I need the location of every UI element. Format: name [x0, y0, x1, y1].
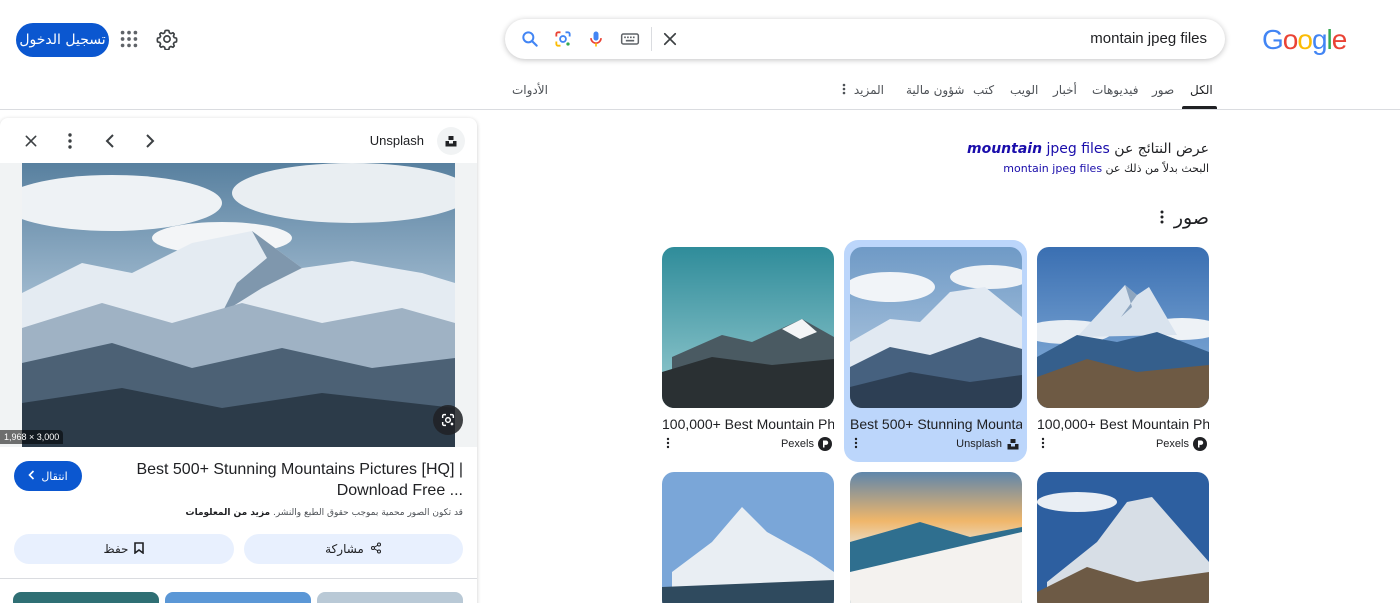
tab-tools[interactable]: الأدوات	[512, 83, 548, 97]
active-tab-indicator	[1182, 106, 1217, 109]
tab-videos[interactable]: فيديوهات	[1092, 83, 1138, 97]
chevron-right-icon[interactable]	[139, 130, 161, 152]
logo-letter: o	[1282, 24, 1299, 55]
related-image-thumbnail[interactable]	[317, 592, 463, 603]
result-source: Pexels	[662, 437, 834, 453]
tab-finance[interactable]: شؤون مالية	[906, 83, 964, 97]
chevron-left-icon	[28, 469, 35, 483]
learn-more-link[interactable]: مزيد من المعلومات	[186, 508, 271, 518]
result-title[interactable]: 100,000+ Best Mountain Ph...	[1037, 416, 1209, 432]
image-dimensions: 1,968 × 3,000	[0, 430, 64, 444]
corrected-rest: jpeg files	[1046, 141, 1110, 157]
result-menu-icon[interactable]	[1041, 437, 1051, 451]
clear-search-icon[interactable]	[658, 27, 682, 51]
panel-toolbar: Unsplash	[0, 118, 477, 163]
result-source: Unsplash	[850, 437, 1022, 453]
share-icon	[370, 542, 382, 557]
google-lens-search-icon[interactable]	[433, 405, 463, 435]
panel-title[interactable]: Best 500+ Stunning Mountains Pictures [H…	[100, 459, 463, 501]
settings-gear-icon[interactable]	[156, 28, 178, 51]
search-instead: البحث بدلاً من ذلك عن montain jpeg files	[1003, 162, 1209, 175]
tab-books[interactable]: كتب	[973, 83, 994, 97]
panel-source-name[interactable]: Unsplash	[370, 133, 424, 148]
keyboard-icon[interactable]	[618, 27, 642, 51]
result-thumbnail[interactable]	[850, 472, 1022, 603]
spelling-correction: عرض النتائج عن mountain jpeg files	[967, 141, 1209, 157]
logo-letter: G	[1262, 24, 1284, 55]
visit-button[interactable]: انتقال	[14, 461, 82, 491]
save-button[interactable]: حفظ	[14, 534, 234, 564]
image-result[interactable]: 100,000+ Best Mountain Ph... Pexels	[662, 247, 834, 453]
search-tabs: الكل صور فيديوهات أخبار الويب كتب شؤون م…	[0, 78, 1400, 110]
search-divider	[651, 27, 652, 51]
search-box[interactable]: montain jpeg files	[505, 19, 1225, 59]
more-dots-icon	[842, 83, 850, 98]
result-menu-icon[interactable]	[854, 437, 864, 451]
share-button[interactable]: مشاركة	[244, 534, 463, 564]
source-name: Pexels	[1155, 438, 1189, 450]
copyright-text: قد تكون الصور محمية بموجب حقوق الطبع وال…	[272, 508, 463, 518]
images-section-heading: صور	[1160, 207, 1209, 229]
tab-all[interactable]: الكل	[1190, 83, 1213, 97]
result-thumbnail[interactable]	[1037, 472, 1209, 603]
close-icon[interactable]	[20, 130, 42, 152]
bookmark-icon	[134, 541, 145, 557]
result-thumbnail[interactable]	[1037, 247, 1209, 408]
unsplash-logo-icon	[1006, 437, 1020, 451]
tab-images[interactable]: صور	[1152, 83, 1174, 97]
save-button-label: حفظ	[103, 542, 129, 556]
copyright-notice: قد تكون الصور محمية بموجب حقوق الطبع وال…	[186, 508, 463, 518]
preview-image[interactable]	[22, 163, 455, 447]
instead-prefix: البحث بدلاً من ذلك عن	[1105, 162, 1209, 175]
result-menu-icon[interactable]	[666, 437, 676, 451]
share-button-label: مشاركة	[325, 542, 364, 556]
more-options-icon[interactable]	[59, 130, 81, 152]
logo-letter: g	[1311, 24, 1328, 55]
microphone-icon[interactable]	[584, 27, 608, 51]
result-thumbnail[interactable]	[662, 247, 834, 408]
logo-letter: o	[1297, 24, 1313, 55]
image-result[interactable]: 100,000+ Best Mountain Ph... Pexels	[1037, 247, 1209, 453]
google-lens-icon[interactable]	[551, 27, 575, 51]
image-preview-panel: Unsplash 1,968 × 3,000 Best 500+ Stunnin…	[0, 118, 477, 603]
related-image-thumbnail[interactable]	[13, 592, 159, 603]
tab-web[interactable]: الويب	[1010, 83, 1038, 97]
section-menu-icon[interactable]	[1160, 207, 1164, 229]
logo-letter: e	[1331, 24, 1348, 55]
chevron-left-icon[interactable]	[99, 130, 121, 152]
pexels-logo-icon	[1193, 437, 1207, 451]
tab-news[interactable]: أخبار	[1053, 83, 1077, 97]
image-result-selected[interactable]: Best 500+ Stunning Mounta... Unsplash	[850, 247, 1022, 453]
unsplash-logo-icon	[437, 127, 465, 155]
google-apps-icon[interactable]	[118, 28, 140, 50]
google-logo[interactable]: Google	[1262, 24, 1348, 56]
result-title[interactable]: Best 500+ Stunning Mounta...	[850, 416, 1022, 432]
result-thumbnail[interactable]	[850, 247, 1022, 408]
tab-more[interactable]: المزيد	[842, 83, 884, 98]
corrected-word: mountain	[966, 141, 1043, 157]
original-query-link[interactable]: montain jpeg files	[1003, 162, 1102, 175]
corrected-query-link[interactable]: mountain jpeg files	[967, 141, 1110, 157]
visit-button-label: انتقال	[41, 469, 68, 483]
result-thumbnail[interactable]	[662, 472, 834, 603]
tab-more-label: المزيد	[853, 83, 885, 97]
related-image-thumbnail[interactable]	[165, 592, 311, 603]
source-name: Pexels	[780, 438, 814, 450]
panel-divider	[0, 578, 477, 579]
correction-prefix: عرض النتائج عن	[1114, 141, 1209, 157]
pexels-logo-icon	[818, 437, 832, 451]
result-source: Pexels	[1037, 437, 1209, 453]
search-input[interactable]: montain jpeg files	[1090, 30, 1207, 47]
images-heading-text: صور	[1173, 207, 1209, 229]
search-icon[interactable]	[518, 27, 542, 51]
sign-in-button[interactable]: تسجيل الدخول	[16, 23, 109, 57]
source-name: Unsplash	[956, 438, 1002, 450]
result-title[interactable]: 100,000+ Best Mountain Ph...	[662, 416, 834, 432]
